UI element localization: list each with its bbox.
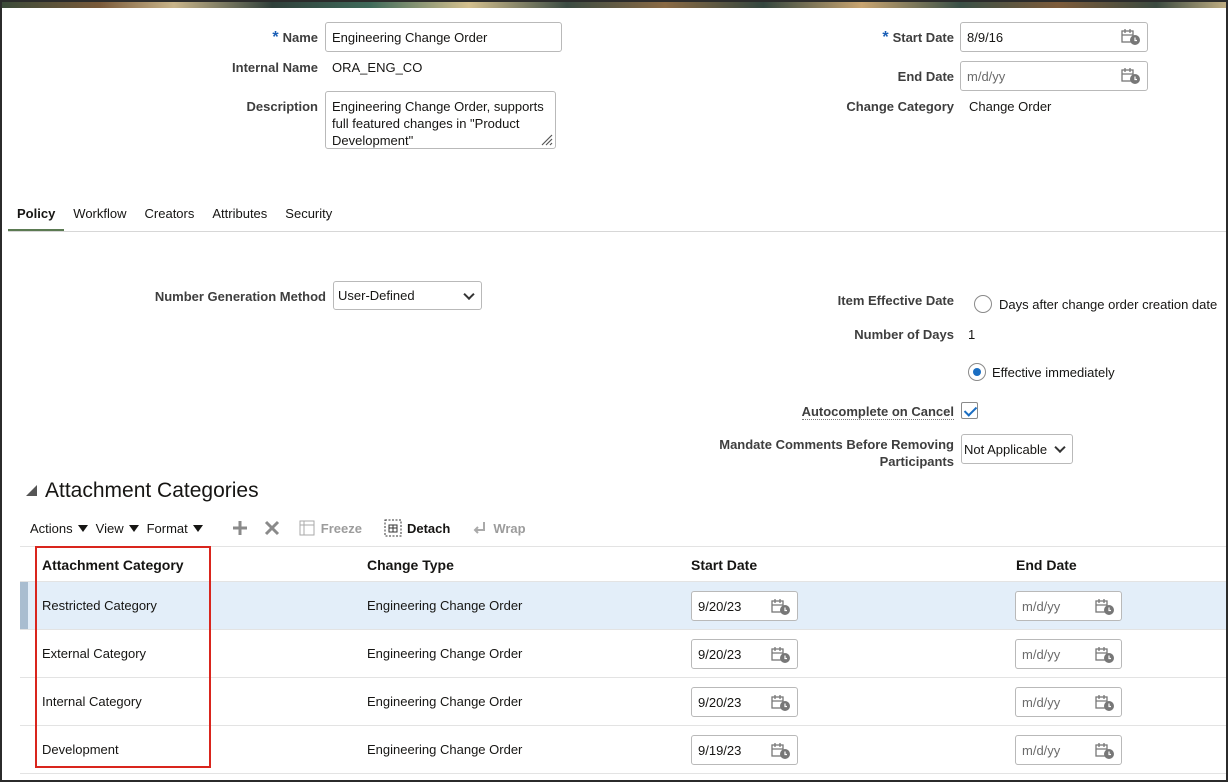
delete-icon[interactable] (263, 519, 281, 537)
item-effective-date-label: Item Effective Date (837, 293, 954, 308)
start-date-input[interactable]: 9/20/23 (691, 687, 798, 717)
header-banner (2, 2, 1226, 8)
tab-attributes[interactable]: Attributes (203, 198, 276, 232)
tab-creators[interactable]: Creators (136, 198, 204, 232)
calendar-icon[interactable] (771, 598, 791, 616)
end-date-field[interactable]: m/d/yy (960, 61, 1148, 91)
resize-grip-icon[interactable] (539, 132, 553, 146)
number-generation-value: User-Defined (338, 288, 415, 303)
calendar-icon[interactable] (1095, 742, 1115, 760)
highlight-box (35, 546, 211, 768)
change-type-cell: Engineering Change Order (367, 694, 523, 709)
column-header-change-type[interactable]: Change Type (367, 557, 454, 573)
start-date-input[interactable]: 9/20/23 (691, 639, 798, 669)
freeze-icon (299, 520, 315, 536)
change-type-cell: Engineering Change Order (367, 598, 523, 613)
detach-icon (384, 519, 402, 537)
description-label: Description (246, 99, 318, 114)
internal-name-label: Internal Name (232, 60, 318, 75)
calendar-icon[interactable] (771, 646, 791, 664)
start-date-value: 8/9/16 (967, 29, 1004, 45)
calendar-icon[interactable] (1095, 694, 1115, 712)
column-header-end-date[interactable]: End Date (1016, 557, 1077, 573)
start-date-value: 9/20/23 (698, 598, 742, 614)
end-date-placeholder: m/d/yy (1022, 598, 1061, 614)
name-field[interactable]: Engineering Change Order (325, 22, 562, 52)
caret-down-icon (77, 524, 88, 532)
option-days-after-label: Days after change order creation date (999, 297, 1218, 312)
mandate-comments-select[interactable]: Not Applicable (961, 434, 1073, 464)
change-category-label: Change Category (846, 99, 954, 114)
start-date-label: * Start Date (882, 29, 954, 46)
table-toolbar: Actions View Format Freeze Detach Wrap (30, 517, 530, 539)
end-date-input[interactable]: m/d/yy (1015, 735, 1122, 765)
change-type-cell: Engineering Change Order (367, 742, 523, 757)
change-category-value: Change Order (969, 99, 1052, 114)
start-date-value: 9/19/23 (698, 742, 742, 758)
end-date-input[interactable]: m/d/yy (1015, 591, 1122, 621)
change-type-cell: Engineering Change Order (367, 646, 523, 661)
option-effective-immediately-label: Effective immediately (992, 365, 1115, 380)
mandate-comments-value: Not Applicable (964, 441, 1048, 457)
row-selection-bar (20, 582, 28, 629)
end-date-placeholder: m/d/yy (1022, 742, 1061, 758)
tab-workflow[interactable]: Workflow (64, 198, 135, 232)
chevron-down-icon (1054, 441, 1066, 454)
tab-policy[interactable]: Policy (8, 198, 65, 232)
number-of-days-value: 1 (968, 327, 976, 342)
required-marker: * (272, 29, 279, 46)
radio-effective-immediately[interactable] (968, 363, 986, 381)
caret-down-icon (192, 524, 203, 532)
wrap-icon (473, 522, 486, 534)
format-menu[interactable]: Format (147, 521, 203, 536)
name-label: * Name (272, 29, 318, 46)
start-date-value: 9/20/23 (698, 646, 742, 662)
column-header-start-date[interactable]: Start Date (691, 557, 757, 573)
chevron-down-icon (463, 288, 475, 300)
autocomplete-checkbox[interactable] (961, 402, 978, 419)
end-date-placeholder: m/d/yy (967, 68, 1006, 84)
start-date-input[interactable]: 9/19/23 (691, 735, 798, 765)
required-marker: * (882, 29, 889, 46)
detach-button[interactable]: Detach (384, 519, 450, 537)
end-date-input[interactable]: m/d/yy (1015, 687, 1122, 717)
calendar-icon[interactable] (1095, 598, 1115, 616)
number-of-days-label: Number of Days (854, 327, 954, 342)
add-icon[interactable] (231, 519, 249, 537)
actions-menu[interactable]: Actions (30, 521, 88, 536)
page-frame: * Name Engineering Change Order Internal … (0, 0, 1228, 782)
description-field[interactable]: Engineering Change Order, supports full … (325, 91, 556, 149)
number-generation-select[interactable]: User-Defined (333, 281, 482, 310)
section-title: Attachment Categories (45, 479, 259, 502)
calendar-icon[interactable] (1121, 28, 1141, 46)
start-date-input[interactable]: 9/20/23 (691, 591, 798, 621)
calendar-icon[interactable] (771, 694, 791, 712)
radio-days-after[interactable] (974, 295, 992, 313)
freeze-button[interactable]: Freeze (299, 520, 362, 536)
view-menu[interactable]: View (96, 521, 139, 536)
internal-name-value: ORA_ENG_CO (332, 60, 423, 75)
number-generation-label: Number Generation Method (154, 289, 326, 304)
mandate-comments-label: Mandate Comments Before Removing Partici… (719, 437, 954, 469)
caret-down-icon (128, 524, 139, 532)
calendar-icon[interactable] (1095, 646, 1115, 664)
calendar-icon[interactable] (1121, 67, 1141, 85)
collapse-triangle-icon[interactable] (26, 485, 37, 496)
end-date-placeholder: m/d/yy (1022, 694, 1061, 710)
end-date-input[interactable]: m/d/yy (1015, 639, 1122, 669)
end-date-placeholder: m/d/yy (1022, 646, 1061, 662)
tab-bar: Policy Workflow Creators Attributes Secu… (8, 198, 341, 232)
start-date-field[interactable]: 8/9/16 (960, 22, 1148, 52)
calendar-icon[interactable] (771, 742, 791, 760)
description-text: Engineering Change Order, supports full … (332, 99, 544, 148)
tab-divider (8, 231, 1226, 232)
start-date-value: 9/20/23 (698, 694, 742, 710)
wrap-button[interactable]: Wrap (472, 520, 526, 536)
tab-security[interactable]: Security (276, 198, 341, 232)
autocomplete-label: Autocomplete on Cancel (801, 404, 954, 420)
end-date-label: End Date (897, 69, 954, 84)
